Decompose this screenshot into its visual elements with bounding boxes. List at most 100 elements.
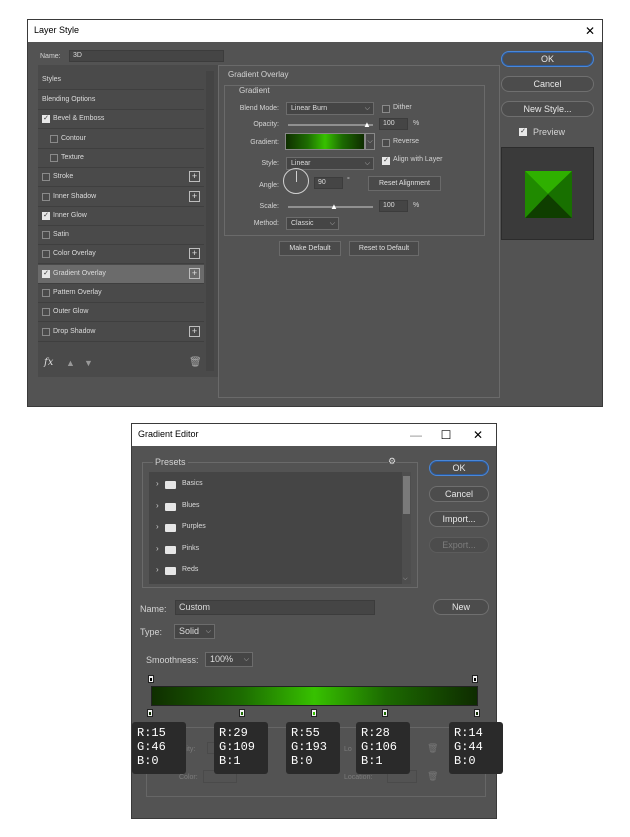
- preview-checkbox[interactable]: ✓: [519, 128, 527, 136]
- reset-to-default-button[interactable]: Reset to Default: [349, 241, 419, 256]
- chevron-down-icon[interactable]: ⌵: [403, 576, 408, 583]
- smoothness-select[interactable]: 100% ⌵: [205, 652, 253, 667]
- style-item-checkbox[interactable]: [50, 134, 58, 143]
- folder-icon: [165, 524, 176, 532]
- color-stop[interactable]: [474, 709, 480, 717]
- dither-checkbox[interactable]: [382, 105, 390, 113]
- move-down-icon[interactable]: ▼: [84, 358, 93, 368]
- scale-field[interactable]: 100: [379, 200, 408, 212]
- style-item[interactable]: Drop Shadow +: [38, 323, 204, 342]
- style-item[interactable]: ✓ Gradient Overlay +: [38, 264, 204, 284]
- opacity-slider[interactable]: [288, 124, 373, 126]
- preset-folder[interactable]: › Basics: [149, 476, 399, 494]
- ok-button[interactable]: OK: [429, 460, 489, 476]
- add-effect-icon[interactable]: +: [189, 267, 200, 279]
- close-icon[interactable]: ✕: [470, 427, 486, 443]
- reset-alignment-button[interactable]: Reset Alignment: [368, 176, 441, 191]
- gradient-swatch[interactable]: [285, 133, 365, 150]
- style-item-checkbox[interactable]: [42, 289, 50, 297]
- gradient-name-field[interactable]: Custom: [175, 600, 375, 615]
- add-effect-icon[interactable]: +: [189, 190, 200, 202]
- styles-header[interactable]: Styles: [38, 71, 204, 90]
- angle-dial[interactable]: [283, 168, 309, 194]
- trash-icon[interactable]: 🗑: [427, 771, 438, 782]
- gradient-type-select[interactable]: Solid ⌵: [174, 624, 215, 639]
- angle-field[interactable]: 90: [314, 177, 343, 189]
- chevron-right-icon[interactable]: ›: [156, 565, 159, 574]
- preset-folder[interactable]: › Reds: [149, 562, 399, 580]
- trash-icon[interactable]: 🗑: [189, 357, 202, 368]
- chevron-right-icon[interactable]: ›: [156, 479, 159, 488]
- fx-icon[interactable]: fx: [44, 357, 53, 368]
- new-style-button[interactable]: New Style...: [501, 101, 594, 117]
- opacity-field[interactable]: 100: [379, 118, 408, 130]
- style-item[interactable]: Texture: [38, 149, 204, 168]
- style-item[interactable]: Pattern Overlay: [38, 284, 204, 303]
- style-item[interactable]: Stroke +: [38, 168, 204, 188]
- style-item-checkbox[interactable]: [42, 250, 50, 259]
- reverse-checkbox[interactable]: [382, 139, 390, 147]
- align-with-layer-checkbox[interactable]: ✓: [382, 157, 390, 165]
- style-item-checkbox[interactable]: [42, 192, 50, 201]
- style-item-checkbox[interactable]: [42, 308, 50, 317]
- chevron-right-icon[interactable]: ›: [156, 544, 159, 553]
- add-effect-icon[interactable]: +: [189, 325, 200, 337]
- style-item[interactable]: ✓ Bevel & Emboss: [38, 110, 204, 130]
- style-item-checkbox[interactable]: [42, 231, 50, 240]
- make-default-button[interactable]: Make Default: [279, 241, 341, 256]
- preview-label: Preview: [533, 127, 566, 137]
- method-select[interactable]: Classic ⌵: [286, 217, 339, 230]
- close-icon[interactable]: ✕: [582, 23, 598, 39]
- minimize-icon[interactable]: —: [408, 427, 424, 443]
- opacity-stop-left[interactable]: [148, 675, 154, 683]
- style-item[interactable]: Contour: [38, 130, 204, 149]
- style-item-checkbox[interactable]: [42, 173, 50, 182]
- scrollbar-thumb[interactable]: [403, 476, 410, 514]
- import-button[interactable]: Import...: [429, 511, 489, 527]
- style-item[interactable]: Blending Options: [38, 91, 204, 110]
- ok-button[interactable]: OK: [501, 51, 594, 67]
- layer-style-title: Layer Style: [34, 25, 80, 35]
- style-item[interactable]: Outer Glow: [38, 303, 204, 323]
- gradient-dropdown[interactable]: ⌵: [365, 133, 375, 150]
- style-item-checkbox[interactable]: ✓: [42, 211, 50, 220]
- preset-folder[interactable]: › Blues: [149, 498, 399, 516]
- preset-folder[interactable]: › Pinks: [149, 541, 399, 559]
- cancel-button[interactable]: Cancel: [501, 76, 594, 92]
- color-stop[interactable]: [382, 709, 389, 717]
- style-item-checkbox[interactable]: ✓: [42, 269, 50, 278]
- add-effect-icon[interactable]: +: [189, 248, 200, 260]
- export-button[interactable]: Export...: [429, 537, 489, 553]
- preset-folder-label: Pinks: [182, 544, 200, 552]
- opacity-slider-thumb[interactable]: ▲: [363, 120, 371, 129]
- blend-mode-select[interactable]: Linear Burn ⌵: [286, 102, 374, 115]
- color-stop[interactable]: [147, 709, 153, 717]
- color-stop[interactable]: [310, 709, 317, 717]
- style-item[interactable]: ✓ Inner Glow: [38, 207, 204, 226]
- chevron-right-icon[interactable]: ›: [156, 522, 159, 531]
- new-button[interactable]: New: [433, 599, 489, 615]
- layer-name-field[interactable]: 3D: [69, 50, 224, 62]
- gradient-bar[interactable]: [151, 686, 478, 706]
- maximize-icon[interactable]: ☐: [438, 427, 454, 443]
- style-item[interactable]: Color Overlay +: [38, 245, 204, 265]
- gear-icon[interactable]: ⚙: [388, 456, 397, 467]
- move-up-icon[interactable]: ▲: [66, 358, 75, 368]
- cancel-button[interactable]: Cancel: [429, 486, 489, 502]
- presets-scrollbar[interactable]: ⌵: [402, 472, 411, 584]
- styles-scrollbar[interactable]: [206, 71, 214, 371]
- scale-slider-thumb[interactable]: ▲: [330, 202, 338, 211]
- preset-folder[interactable]: › Purples: [149, 519, 399, 537]
- style-item-label: Satin: [53, 231, 69, 239]
- style-item-checkbox[interactable]: ✓: [42, 115, 50, 124]
- add-effect-icon[interactable]: +: [189, 171, 200, 183]
- trash-icon[interactable]: 🗑: [427, 743, 438, 754]
- style-item-checkbox[interactable]: [42, 327, 50, 336]
- style-item[interactable]: Inner Shadow +: [38, 188, 204, 207]
- color-stop[interactable]: [238, 709, 245, 717]
- opacity-stop-right[interactable]: [472, 675, 478, 683]
- style-item[interactable]: Satin: [38, 226, 204, 246]
- style-item-checkbox[interactable]: [50, 153, 58, 162]
- chevron-right-icon[interactable]: ›: [156, 501, 159, 510]
- rgb-callout: R:14 G:44 B:0: [449, 722, 503, 774]
